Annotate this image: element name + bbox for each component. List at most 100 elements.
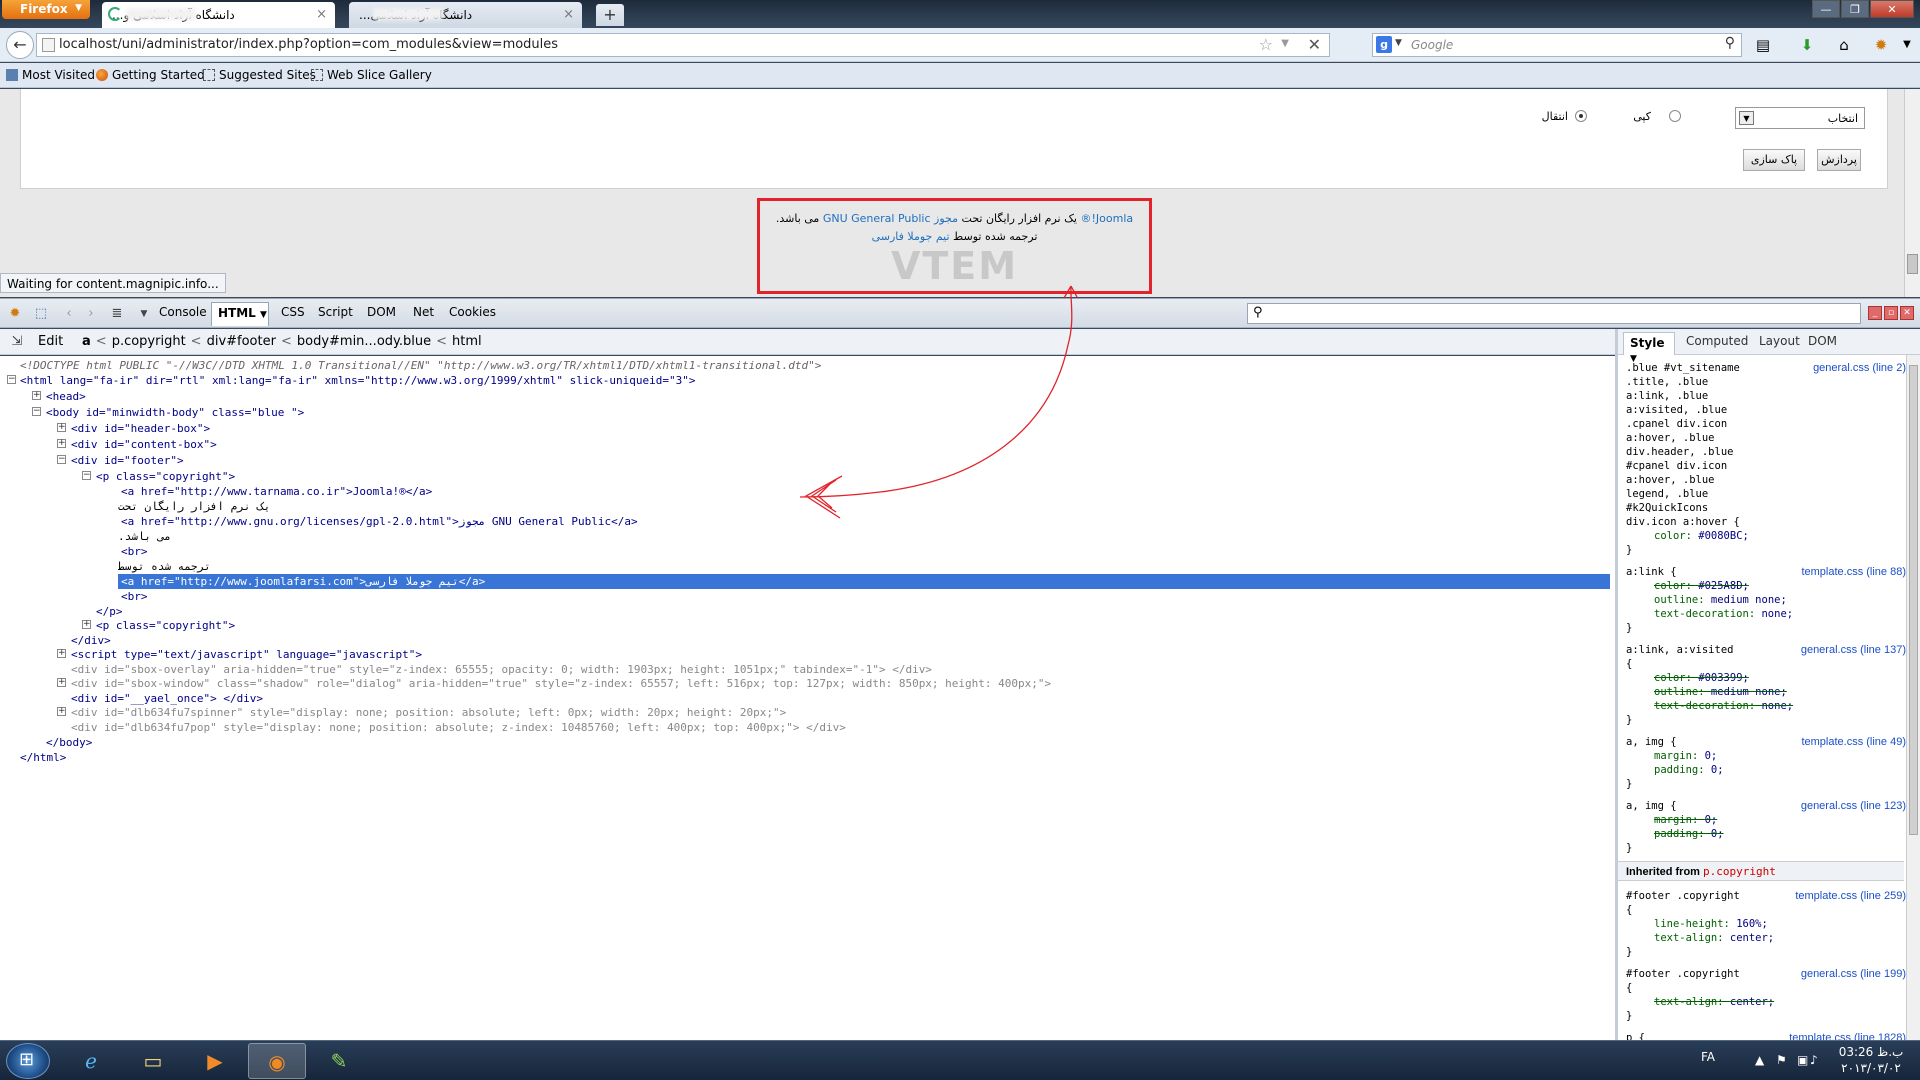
- stop-icon[interactable]: ✕: [1308, 35, 1321, 54]
- css-property[interactable]: margin: 0;: [1626, 749, 1906, 763]
- rule-source-link[interactable]: general.css (line 137): [1801, 643, 1906, 657]
- css-property[interactable]: line-height: 160%;: [1626, 917, 1906, 931]
- back-button[interactable]: ←: [6, 31, 34, 59]
- css-property[interactable]: text-align: center;: [1626, 931, 1906, 945]
- tree-node-a-gnu[interactable]: <a href="http://www.gnu.org/licenses/gpl…: [121, 514, 638, 529]
- tree-node-body-close[interactable]: </body>: [46, 735, 92, 750]
- chevron-down-icon[interactable]: ▼: [1395, 38, 1402, 48]
- collapse-toggle-icon[interactable]: −: [57, 455, 66, 464]
- css-property[interactable]: padding: 0;: [1626, 827, 1906, 841]
- radio-copy[interactable]: [1669, 110, 1681, 122]
- tab-dom-side[interactable]: DOM: [1808, 334, 1837, 348]
- inherited-element[interactable]: p.copyright: [1703, 865, 1776, 878]
- tree-text-node[interactable]: یک نرم افزار رایگان تحت: [118, 499, 270, 514]
- tree-text-node[interactable]: .می باشد: [118, 529, 171, 544]
- radio-move[interactable]: [1575, 110, 1587, 122]
- firebug-detach-icon[interactable]: ▫: [1884, 306, 1898, 320]
- tab-console[interactable]: Console: [159, 305, 207, 319]
- window-close-button[interactable]: ✕: [1870, 0, 1914, 18]
- close-tab-icon[interactable]: ×: [316, 7, 327, 22]
- css-property[interactable]: text-decoration: none;: [1626, 699, 1906, 713]
- tab-active[interactable]: دانشگاه آزاد اسلامی و... ×: [102, 2, 335, 28]
- clear-button[interactable]: پاک سازی: [1743, 149, 1805, 171]
- clock[interactable]: 03:26 ب.ظ ۲۰۱۳/۰۳/۰۲: [1826, 1044, 1916, 1076]
- joomla-farsi-link[interactable]: تیم جوملا فارسی: [872, 230, 950, 243]
- close-tab-icon[interactable]: ×: [563, 7, 574, 22]
- css-property[interactable]: margin: 0;: [1626, 813, 1906, 827]
- css-property[interactable]: color: #0080BC;: [1626, 529, 1906, 543]
- tree-node-p-copyright-2[interactable]: <p class="copyright">: [96, 618, 235, 633]
- expand-toggle-icon[interactable]: +: [82, 620, 91, 629]
- css-property[interactable]: text-decoration: none;: [1626, 607, 1906, 621]
- flag-icon[interactable]: ⚑: [1776, 1053, 1790, 1067]
- home-icon[interactable]: ⌂: [1833, 35, 1855, 55]
- tree-node-a-tarnama[interactable]: <a href="http://www.tarnama.co.ir">Jooml…: [121, 484, 432, 499]
- tree-node-sbox-overlay[interactable]: <div id="sbox-overlay" aria-hidden="true…: [71, 662, 932, 677]
- tree-node-br[interactable]: <br>: [121, 544, 148, 559]
- firebug-search-input[interactable]: ⚲: [1247, 303, 1861, 324]
- rule-source-link[interactable]: template.css (line 1828): [1789, 1031, 1906, 1040]
- tab-dom[interactable]: DOM: [367, 305, 396, 319]
- tab-css[interactable]: CSS: [281, 305, 305, 319]
- tree-node-head[interactable]: <head>: [46, 389, 86, 404]
- bookmark-suggested-sites[interactable]: Suggested Sites: [203, 68, 316, 82]
- expand-toggle-icon[interactable]: +: [32, 391, 41, 400]
- crumb-item[interactable]: p.copyright: [112, 334, 186, 349]
- firefox-taskbar-icon[interactable]: ◉: [248, 1043, 306, 1079]
- tree-node-spinner[interactable]: <div id="dlb634fu7spinner" style="displa…: [71, 705, 786, 720]
- side-scrollbar[interactable]: [1906, 355, 1920, 1040]
- download-icon[interactable]: ⬇: [1796, 35, 1818, 55]
- firebug-minimize-icon[interactable]: _: [1868, 306, 1882, 320]
- css-property[interactable]: color: #003399;: [1626, 671, 1906, 685]
- scrollbar-thumb[interactable]: [1909, 365, 1918, 835]
- tree-node-br[interactable]: <br>: [121, 589, 148, 604]
- crumb-item[interactable]: a: [82, 334, 91, 349]
- search-bar[interactable]: g ▼ Google ⚲: [1372, 33, 1742, 57]
- expand-toggle-icon[interactable]: +: [57, 678, 66, 687]
- tree-text-node[interactable]: ترجمه شده توسط: [118, 559, 211, 574]
- tree-node-body[interactable]: <body id="minwidth-body" class="blue ">: [46, 405, 304, 420]
- minimize-button[interactable]: —: [1812, 0, 1840, 18]
- tree-node-footer[interactable]: <div id="footer">: [71, 453, 184, 468]
- firebug-icon[interactable]: ✹: [1870, 35, 1892, 55]
- bookmarks-menu-icon[interactable]: ▤: [1752, 35, 1774, 55]
- explorer-folder-icon[interactable]: ▭: [124, 1043, 182, 1079]
- tab-html[interactable]: HTML ▼: [211, 302, 269, 326]
- rule-source-link[interactable]: general.css (line 199): [1801, 967, 1906, 981]
- tree-node-script[interactable]: <script type="text/javascript" language=…: [71, 647, 422, 662]
- collapse-toggle-icon[interactable]: −: [7, 375, 16, 384]
- tree-node-p-close[interactable]: </p>: [96, 604, 123, 619]
- chevron-down-icon[interactable]: ▼: [135, 305, 153, 323]
- firebug-icon[interactable]: ✹: [6, 305, 24, 323]
- expand-icon[interactable]: ⇲: [8, 333, 26, 351]
- tree-node-div-close[interactable]: </div>: [71, 633, 111, 648]
- media-player-icon[interactable]: ▶: [186, 1043, 244, 1079]
- collapse-toggle-icon[interactable]: −: [32, 407, 41, 416]
- bookmark-star-icon[interactable]: ☆: [1259, 35, 1273, 54]
- bookmark-most-visited[interactable]: Most Visited: [6, 68, 95, 82]
- collapse-toggle-icon[interactable]: −: [82, 471, 91, 480]
- css-property[interactable]: color: #025A8D;: [1626, 579, 1906, 593]
- css-property[interactable]: outline: medium none;: [1626, 593, 1906, 607]
- tab-script[interactable]: Script: [318, 305, 353, 319]
- chevron-down-icon[interactable]: ▼: [1739, 111, 1754, 125]
- notepad-plus-icon[interactable]: ✎: [310, 1043, 368, 1079]
- back-arrow-icon[interactable]: ‹: [60, 305, 78, 323]
- crumb-item[interactable]: html: [452, 334, 482, 349]
- start-button[interactable]: [6, 1043, 50, 1079]
- crumb-item[interactable]: div#footer: [207, 334, 276, 349]
- tree-node-p-copyright[interactable]: <p class="copyright">: [96, 469, 235, 484]
- tree-node-sbox-window[interactable]: <div id="sbox-window" class="shadow" rol…: [71, 676, 1051, 691]
- forward-arrow-icon[interactable]: ›: [82, 305, 100, 323]
- url-history-dropdown-icon[interactable]: ▼: [1281, 38, 1289, 49]
- tree-node-html[interactable]: <html lang="fa-ir" dir="rtl" xml:lang="f…: [20, 373, 696, 388]
- menu-list-icon[interactable]: ≣: [108, 305, 126, 323]
- bookmark-web-slice-gallery[interactable]: Web Slice Gallery: [311, 68, 432, 82]
- rule-source-link[interactable]: template.css (line 259): [1795, 889, 1906, 903]
- css-property[interactable]: text-align: center;: [1626, 995, 1906, 1009]
- network-icon[interactable]: ▣: [1797, 1053, 1811, 1067]
- tab-computed[interactable]: Computed: [1686, 334, 1748, 348]
- tree-node-html-close[interactable]: </html>: [20, 750, 66, 765]
- target-select[interactable]: ▼ انتخاب: [1735, 107, 1865, 129]
- expand-toggle-icon[interactable]: +: [57, 423, 66, 432]
